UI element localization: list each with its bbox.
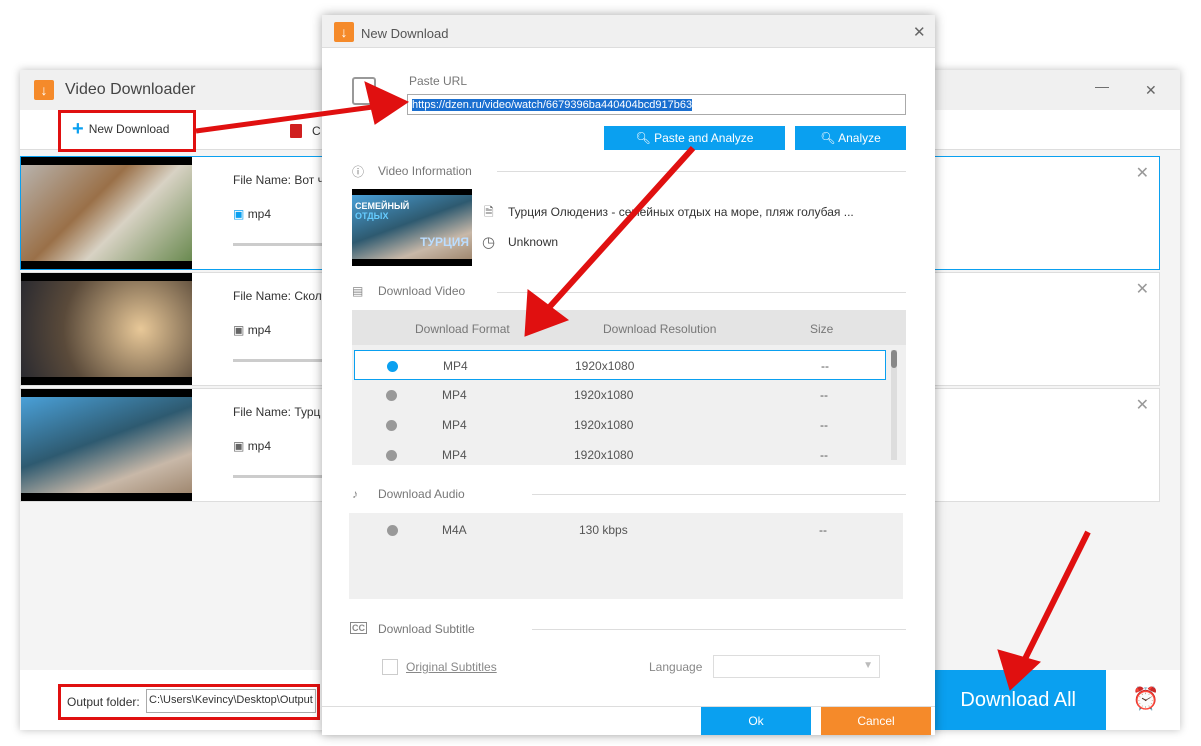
arrowhead: [364, 81, 410, 125]
annotation-arrows: [195, 81, 1091, 691]
arrow-to-download-all: [1019, 530, 1091, 667]
arrow-to-format: [542, 145, 696, 315]
arrowhead: [997, 649, 1041, 691]
arrow-to-url: [195, 103, 381, 134]
